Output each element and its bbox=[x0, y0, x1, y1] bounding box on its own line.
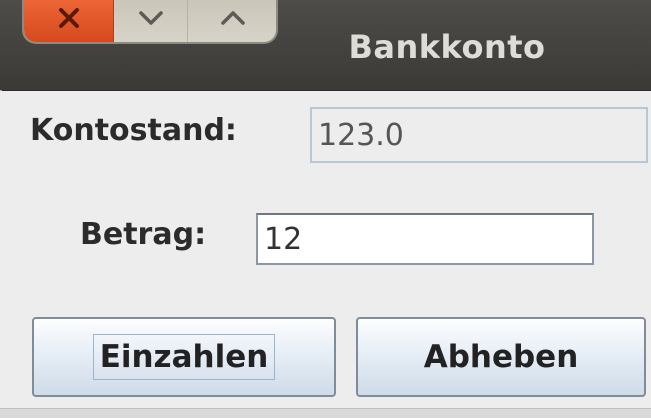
window-bottom-edge bbox=[0, 408, 651, 418]
window-title: Bankkonto bbox=[348, 28, 546, 66]
amount-value: 12 bbox=[264, 221, 303, 257]
window-controls bbox=[22, 0, 278, 44]
form-panel: Kontostand: 123.0 Betrag: 12 Einzahlen A… bbox=[0, 91, 651, 418]
balance-field: 123.0 bbox=[310, 107, 648, 163]
amount-label: Betrag: bbox=[80, 217, 207, 252]
title-bar[interactable]: Bankkonto bbox=[0, 0, 651, 91]
close-window-button[interactable] bbox=[24, 0, 114, 42]
chevron-down-icon bbox=[138, 11, 163, 25]
minimize-window-button[interactable] bbox=[114, 0, 188, 42]
deposit-button-label: Einzahlen bbox=[92, 334, 276, 380]
chevron-up-icon bbox=[221, 11, 245, 25]
close-icon bbox=[58, 8, 79, 28]
balance-label: Kontostand: bbox=[30, 113, 237, 148]
deposit-button[interactable]: Einzahlen bbox=[32, 317, 336, 397]
balance-value: 123.0 bbox=[318, 117, 404, 153]
bank-account-window: Bankkonto Kontostand: 123.0 Betrag: 12 E… bbox=[0, 0, 651, 418]
maximize-window-button[interactable] bbox=[188, 0, 276, 42]
withdraw-button-label: Abheben bbox=[423, 339, 579, 375]
withdraw-button[interactable]: Abheben bbox=[356, 317, 646, 397]
amount-input[interactable]: 12 bbox=[256, 213, 594, 265]
